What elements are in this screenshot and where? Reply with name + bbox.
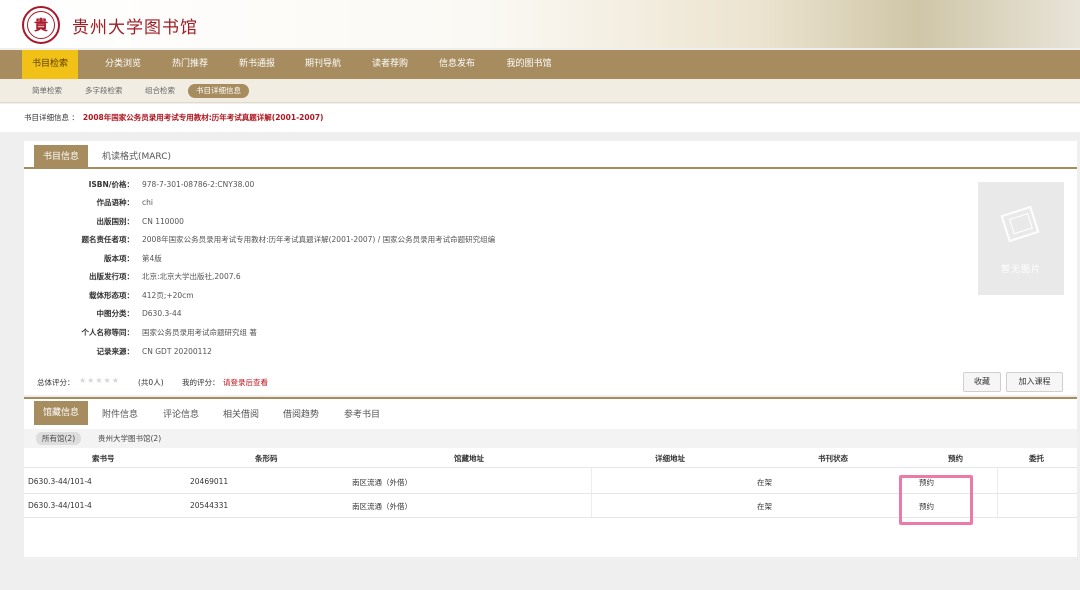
nav-item-reader-recommend[interactable]: 读者荐购 <box>360 50 420 79</box>
column-header-call-number: 索书号 <box>92 454 115 463</box>
rating-count: (共0人) <box>138 378 164 387</box>
field-value: 北京:北京大学出版社,2007.6 <box>142 272 241 281</box>
column-header-detail-address: 详细地址 <box>655 454 685 463</box>
table-divider <box>997 467 998 517</box>
field-value: 412页;+20cm <box>142 291 194 300</box>
field-label: 题名责任者项： <box>81 235 135 244</box>
field-value: 2008年国家公务员录用考试专用教材:历年考试真题详解(2001-2007) /… <box>142 235 496 244</box>
field-label: 出版发行项： <box>89 272 134 281</box>
subnav-multi-field-search[interactable]: 多字段检索 <box>85 84 123 98</box>
breadcrumb: 书目详细信息 ： 2008年国家公务员录用考试专用教材:历年考试真题详解(2001… <box>0 104 1080 132</box>
filter-all-libraries[interactable]: 所有馆(2) <box>36 432 82 445</box>
main-navigation: 书目检索 分类浏览 热门推荐 新书通报 期刊导航 读者荐购 信息发布 我的图书馆 <box>0 50 1080 79</box>
tab-reviews[interactable]: 评论信息 <box>163 403 199 427</box>
field-value: CN GDT 20200112 <box>142 347 212 356</box>
cell-location: 南区流通（外借） <box>352 478 412 487</box>
collect-button[interactable]: 收藏 <box>963 372 1001 392</box>
logo-seal: 貴 <box>27 11 55 39</box>
nav-item-new-books[interactable]: 新书通报 <box>227 50 287 79</box>
field-label: 载体形态项： <box>89 291 134 300</box>
tab-bibliographic-info[interactable]: 书目信息 <box>34 145 89 169</box>
no-image-text: 暂无图片 <box>1000 265 1041 275</box>
no-cover-image: 暂无图片 <box>978 182 1064 295</box>
field-label: ISBN/价格： <box>88 180 134 189</box>
column-header-barcode: 条形码 <box>255 454 278 463</box>
site-title[interactable]: 贵州大学图书馆 <box>72 13 198 38</box>
field-isbn: ISBN/价格： 978-7-301-08786-2:CNY38.00 <box>24 179 924 191</box>
breadcrumb-label: 书目详细信息 ： <box>24 113 79 122</box>
cell-barcode: 20544331 <box>190 501 229 510</box>
field-value: CN 110000 <box>142 217 184 226</box>
field-value: chi <box>142 198 153 207</box>
field-value: 第4版 <box>142 254 162 263</box>
tab-related-loans[interactable]: 相关借阅 <box>223 403 259 427</box>
field-value: 978-7-301-08786-2:CNY38.00 <box>142 180 255 189</box>
nav-item-category-browse[interactable]: 分类浏览 <box>92 50 154 79</box>
cell-location: 南区流通（外借） <box>352 502 412 511</box>
bibliographic-panel: 书目信息 机读格式(MARC) ISBN/价格： 978-7-301-08786… <box>24 141 1077 395</box>
field-language: 作品语种： chi <box>24 197 924 209</box>
field-physical-description: 载体形态项： 412页;+20cm <box>24 290 924 302</box>
tab-marc[interactable]: 机读格式(MARC) <box>102 145 171 169</box>
nav-item-announcements[interactable]: 信息发布 <box>427 50 487 79</box>
header-banner: 貴 贵州大学图书馆 <box>0 0 1080 48</box>
filter-gzu-library[interactable]: 贵州大学图书馆(2) <box>98 432 161 445</box>
add-course-button[interactable]: 加入课程 <box>1006 372 1063 392</box>
field-label: 作品语种： <box>96 198 135 207</box>
field-publication: 出版发行项： 北京:北京大学出版社,2007.6 <box>24 271 924 283</box>
subnav-record-detail[interactable]: 书目详细信息 <box>188 84 249 98</box>
nav-item-popular[interactable]: 热门推荐 <box>160 50 220 79</box>
column-header-status: 书刊状态 <box>818 454 848 463</box>
field-label: 记录来源： <box>96 347 135 356</box>
tab-holdings[interactable]: 馆藏信息 <box>34 401 89 425</box>
field-label: 中图分类： <box>96 309 135 318</box>
column-header-location: 馆藏地址 <box>454 454 484 463</box>
nav-item-journals[interactable]: 期刊导航 <box>293 50 353 79</box>
university-logo[interactable]: 貴 <box>22 6 60 44</box>
nav-item-catalog-search[interactable]: 书目检索 <box>22 50 78 79</box>
nav-item-my-library[interactable]: 我的图书馆 <box>497 50 561 79</box>
photo-placeholder-icon <box>1000 205 1040 243</box>
field-personal-name: 个人名称等同： 国家公务员录用考试命题研究组 著 <box>24 327 924 339</box>
field-label: 版本项： <box>104 254 134 263</box>
holdings-panel: 馆藏信息 附件信息 评论信息 相关借阅 借阅趋势 参考书目 所有馆(2) 贵州大… <box>24 397 1077 557</box>
star-rating-icon: ★★★★★ <box>79 376 120 385</box>
library-filter-bar: 所有馆(2) 贵州大学图书馆(2) <box>24 429 1077 448</box>
my-rating-label: 我的评分： <box>182 378 220 387</box>
cell-status: 在架 <box>757 502 772 511</box>
table-divider <box>24 467 1077 468</box>
table-divider <box>591 467 592 517</box>
page-title: 2008年国家公务员录用考试专用教材:历年考试真题详解(2001-2007) <box>82 113 324 122</box>
field-classification: 中图分类： D630.3-44 <box>24 308 924 320</box>
column-header-entrust: 委托 <box>1029 454 1044 463</box>
tab-attachments[interactable]: 附件信息 <box>102 403 138 427</box>
column-header-reserve: 预约 <box>948 454 963 463</box>
login-to-view-link[interactable]: 请登录后查看 <box>223 377 268 388</box>
field-label: 出版国别： <box>96 217 135 226</box>
cell-status: 在架 <box>757 478 772 487</box>
reserve-highlight-box <box>899 475 973 525</box>
field-record-source: 记录来源： CN GDT 20200112 <box>24 346 924 358</box>
detail-tabbar: 书目信息 机读格式(MARC) <box>24 141 1077 169</box>
tab-references[interactable]: 参考书目 <box>344 403 380 427</box>
field-label: 个人名称等同： <box>81 328 135 337</box>
field-value: D630.3-44 <box>142 309 182 318</box>
field-title-responsibility: 题名责任者项： 2008年国家公务员录用考试专用教材:历年考试真题详解(2001… <box>24 234 924 246</box>
tab-loan-trends[interactable]: 借阅趋势 <box>283 403 319 427</box>
overall-rating-label: 总体评分： <box>37 378 75 387</box>
field-value: 国家公务员录用考试命题研究组 著 <box>142 328 257 337</box>
subnav-combined-search[interactable]: 组合检索 <box>145 84 175 98</box>
field-edition: 版本项： 第4版 <box>24 253 924 265</box>
cell-barcode: 20469011 <box>190 477 229 486</box>
field-country: 出版国别： CN 110000 <box>24 216 924 228</box>
cell-call-number: D630.3-44/101-4 <box>28 501 92 510</box>
search-subnav: 简单检索 多字段检索 组合检索 书目详细信息 <box>0 79 1080 103</box>
subnav-simple-search[interactable]: 简单检索 <box>32 84 62 98</box>
cell-call-number: D630.3-44/101-4 <box>28 477 92 486</box>
